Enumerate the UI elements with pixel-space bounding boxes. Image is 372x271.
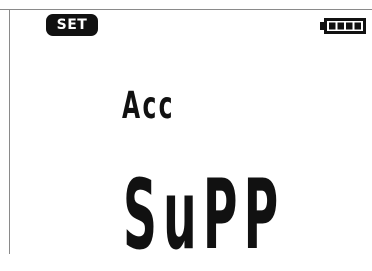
display-frame-top bbox=[0, 9, 372, 10]
battery-bar bbox=[337, 22, 344, 30]
battery-bar bbox=[329, 22, 336, 30]
parameter-value: SuPP bbox=[123, 158, 285, 271]
set-mode-badge: SET bbox=[46, 14, 98, 36]
battery-bar bbox=[354, 22, 361, 30]
parameter-label: Acc bbox=[122, 84, 175, 128]
set-badge-label: SET bbox=[56, 17, 88, 33]
battery-bar bbox=[346, 22, 353, 30]
display-frame-left bbox=[9, 9, 10, 254]
battery-icon bbox=[320, 18, 366, 34]
